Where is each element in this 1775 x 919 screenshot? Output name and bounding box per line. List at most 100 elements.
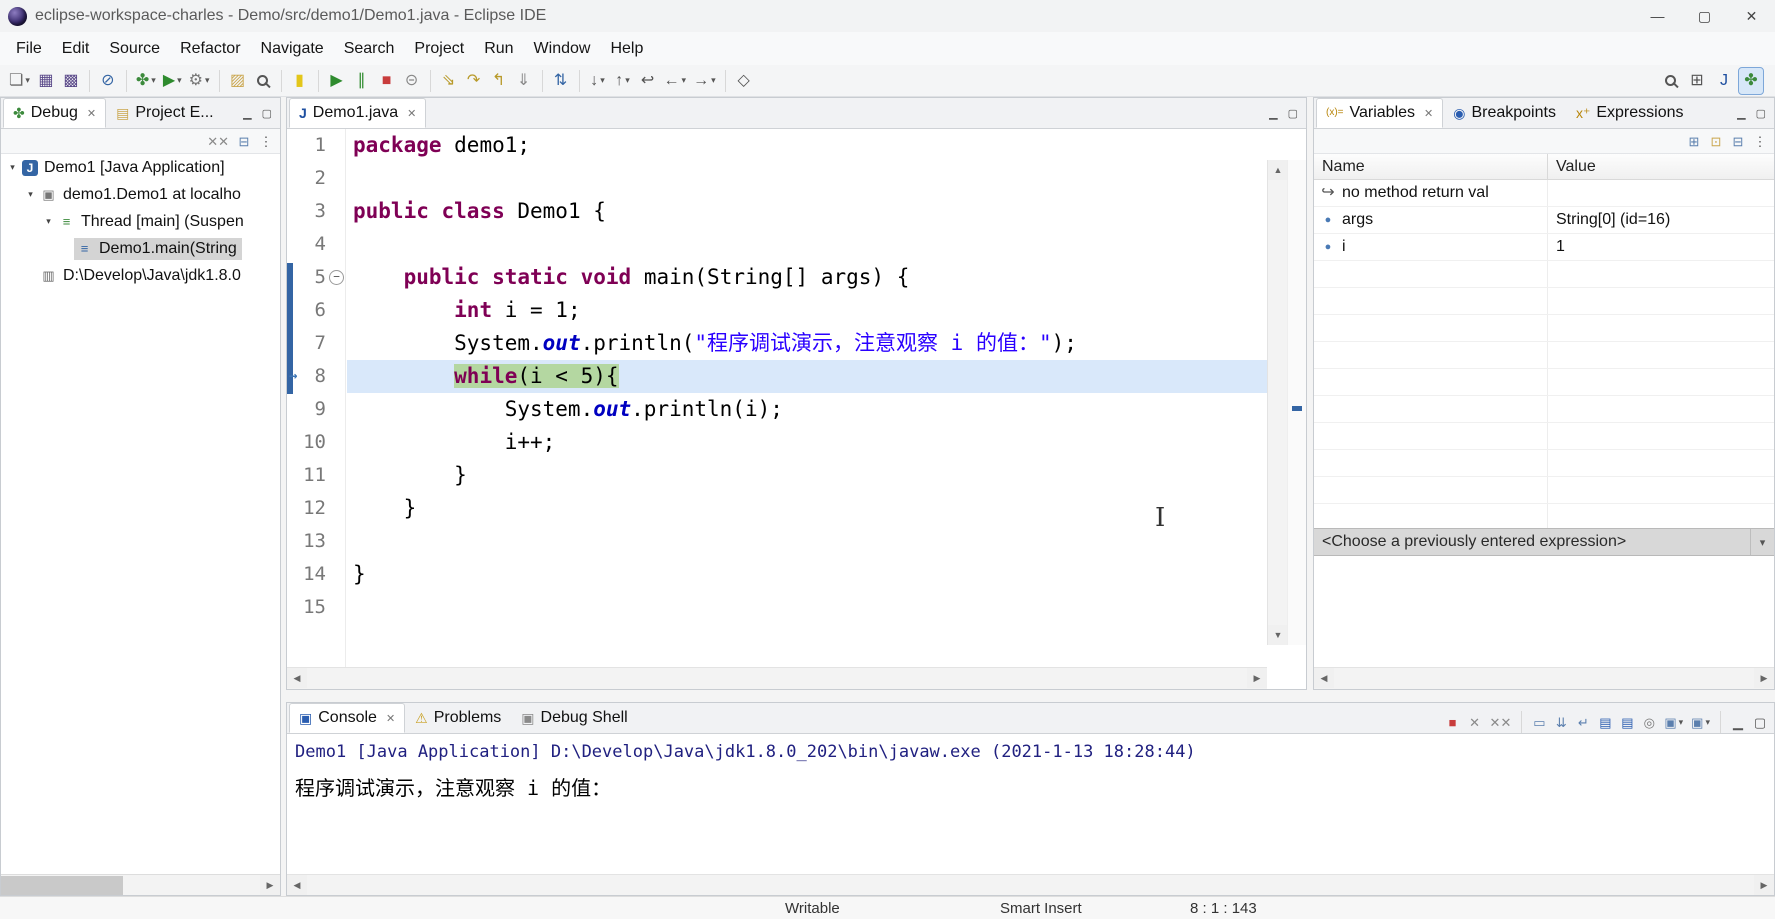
line-number-cell[interactable]: 4 [287,228,345,261]
column-header-value[interactable]: Value [1548,154,1774,179]
menu-refactor[interactable]: Refactor [170,35,250,63]
menu-run[interactable]: Run [474,35,523,63]
step-return-button[interactable]: ↰ [487,68,511,94]
view-menu-button[interactable]: ⋮ [1750,130,1770,152]
line-number-cell[interactable]: → 8 [287,360,345,393]
minimize-view-button[interactable]: ▁ [1728,711,1748,733]
scroll-right-icon[interactable]: ▶ [260,875,280,895]
menu-search[interactable]: Search [334,35,405,63]
menu-help[interactable]: Help [600,35,653,63]
next-annotation-dropdown-icon[interactable]: ▾ [600,75,605,86]
code-line[interactable] [347,228,1267,261]
line-number-cell[interactable]: 10 [287,426,345,459]
save-all-button[interactable]: ▩ [59,68,83,94]
tab-demo1-java[interactable]: J Demo1.java ✕ [289,98,427,128]
tab-debug-shell[interactable]: ▣ Debug Shell [511,703,637,733]
forward-dropdown-icon[interactable]: ▾ [711,75,716,86]
expression-combo[interactable]: <Choose a previously entered expression>… [1314,528,1774,556]
tree-item[interactable]: ▥ D:\Develop\Java\jdk1.8.0 [1,262,280,289]
overview-ruler[interactable] [1287,160,1306,645]
new-wizard-dropdown-icon[interactable]: ▾ [25,75,30,86]
variable-row[interactable]: ● i 1 [1314,234,1774,261]
variable-row[interactable]: ● args String[0] (id=16) [1314,207,1774,234]
code-line[interactable]: System.out.println("程序调试演示，注意观察 i 的值："); [347,327,1267,360]
line-number-cell[interactable]: 13 [287,525,345,558]
code-line[interactable]: System.out.println(i); [347,393,1267,426]
line-number-cell[interactable]: 14 [287,558,345,591]
show-type-names-button[interactable]: ⊡ [1706,130,1726,152]
word-wrap-button[interactable]: ↵ [1573,711,1593,733]
close-tab-icon[interactable]: ✕ [1424,107,1433,120]
scroll-down-icon[interactable]: ▼ [1268,625,1288,645]
menu-edit[interactable]: Edit [52,35,100,63]
step-over-button[interactable]: ↷ [462,68,486,94]
use-step-filters-button[interactable]: ⇅ [549,68,573,94]
back-button[interactable]: ← ▾ [661,68,690,94]
variables-horizontal-scrollbar[interactable]: ◀ ▶ [1314,667,1774,689]
close-button[interactable]: ✕ [1728,0,1775,32]
scroll-left-icon[interactable]: ◀ [287,668,307,688]
line-number-cell[interactable]: 1 [287,129,345,162]
clear-console-button[interactable]: ▭ [1529,711,1549,733]
expand-arrow-icon[interactable]: ▾ [23,189,38,200]
line-number-cell[interactable]: 11 [287,459,345,492]
current-line-marker[interactable] [1292,406,1302,411]
close-tab-icon[interactable]: ✕ [87,107,96,120]
scroll-left-icon[interactable]: ◀ [1314,668,1334,688]
minimize-button[interactable]: — [1634,0,1681,32]
code-line[interactable]: public class Demo1 { [347,195,1267,228]
remove-all-terminated-button[interactable]: ✕✕ [204,130,232,152]
code-line[interactable]: i++; [347,426,1267,459]
step-into-button[interactable]: ⇘ [437,68,461,94]
show-logical-structures-button[interactable]: ⊞ [1684,130,1704,152]
collapse-all-button[interactable]: ⊟ [1728,130,1748,152]
code-line[interactable] [347,525,1267,558]
tab-project-e[interactable]: ▤ Project E... [106,98,223,128]
maximize-view-icon[interactable]: ▢ [1288,107,1298,120]
editor-horizontal-scrollbar[interactable]: ◀ ▶ [287,667,1267,689]
maximize-view-icon[interactable]: ▢ [262,107,272,120]
maximize-view-icon[interactable]: ▢ [1756,107,1766,120]
save-button[interactable]: ▦ [34,68,58,94]
line-number-cell[interactable]: 6 [287,294,345,327]
display-selected-console-button[interactable]: ▣ ▾ [1661,711,1686,733]
tab-breakpoints[interactable]: ◉ Breakpoints [1443,98,1566,128]
minimize-view-icon[interactable]: ▁ [1269,107,1277,120]
previous-annotation-button[interactable]: ↑ ▾ [611,68,635,94]
menu-source[interactable]: Source [99,35,170,63]
line-number-cell[interactable]: 3 [287,195,345,228]
open-perspective-button[interactable]: ⊞ [1685,68,1709,94]
expand-arrow-icon[interactable]: ▾ [41,216,56,227]
remove-all-terminated-button[interactable]: ✕✕ [1487,711,1515,733]
tree-item[interactable]: ▾ ▣ demo1.Demo1 at localho [1,181,280,208]
terminate-button[interactable]: ■ [1443,711,1463,733]
tab-expressions[interactable]: x⁺ Expressions [1566,98,1694,128]
editor-content[interactable]: package demo1; public class Demo1 { publi… [347,129,1267,667]
debug-launch-tree[interactable]: ▾ J Demo1 [Java Application] ▾ ▣ demo1.Demo1 … [1,154,280,874]
close-tab-icon[interactable]: ✕ [386,712,395,725]
new-wizard-button[interactable]: ❏ ▾ [6,68,33,94]
code-line[interactable]: } [347,558,1267,591]
maximize-view-button[interactable]: ▢ [1750,711,1770,733]
line-number-cell[interactable]: 9 [287,393,345,426]
run-button[interactable]: ▶ ▾ [160,68,185,94]
line-number-cell[interactable]: 15 [287,591,345,624]
code-line[interactable]: package demo1; [347,129,1267,162]
scroll-lock-button[interactable]: ⇊ [1551,711,1571,733]
drop-to-frame-button[interactable]: ⇓ [512,68,536,94]
java-perspective-button[interactable]: J [1712,68,1736,94]
search-button[interactable] [1658,68,1682,94]
line-number-cell[interactable]: 12 [287,492,345,525]
code-line[interactable]: } [347,492,1267,525]
console-output-area[interactable]: Demo1 [Java Application] D:\Develop\Java… [287,734,1774,874]
show-on-stderr-button[interactable]: ▤ [1617,711,1637,733]
suspend-button[interactable]: ∥ [350,68,374,94]
previous-annotation-dropdown-icon[interactable]: ▾ [625,75,630,86]
fold-collapse-icon[interactable]: − [329,270,344,285]
open-console-dropdown-icon[interactable]: ▾ [1705,717,1710,728]
line-number-cell[interactable]: 7 [287,327,345,360]
disconnect-button[interactable]: ⊝ [400,68,424,94]
code-line[interactable]: } [347,459,1267,492]
code-line-current[interactable]: while(i < 5){ [347,360,1267,393]
view-menu-button[interactable]: ⋮ [256,130,276,152]
